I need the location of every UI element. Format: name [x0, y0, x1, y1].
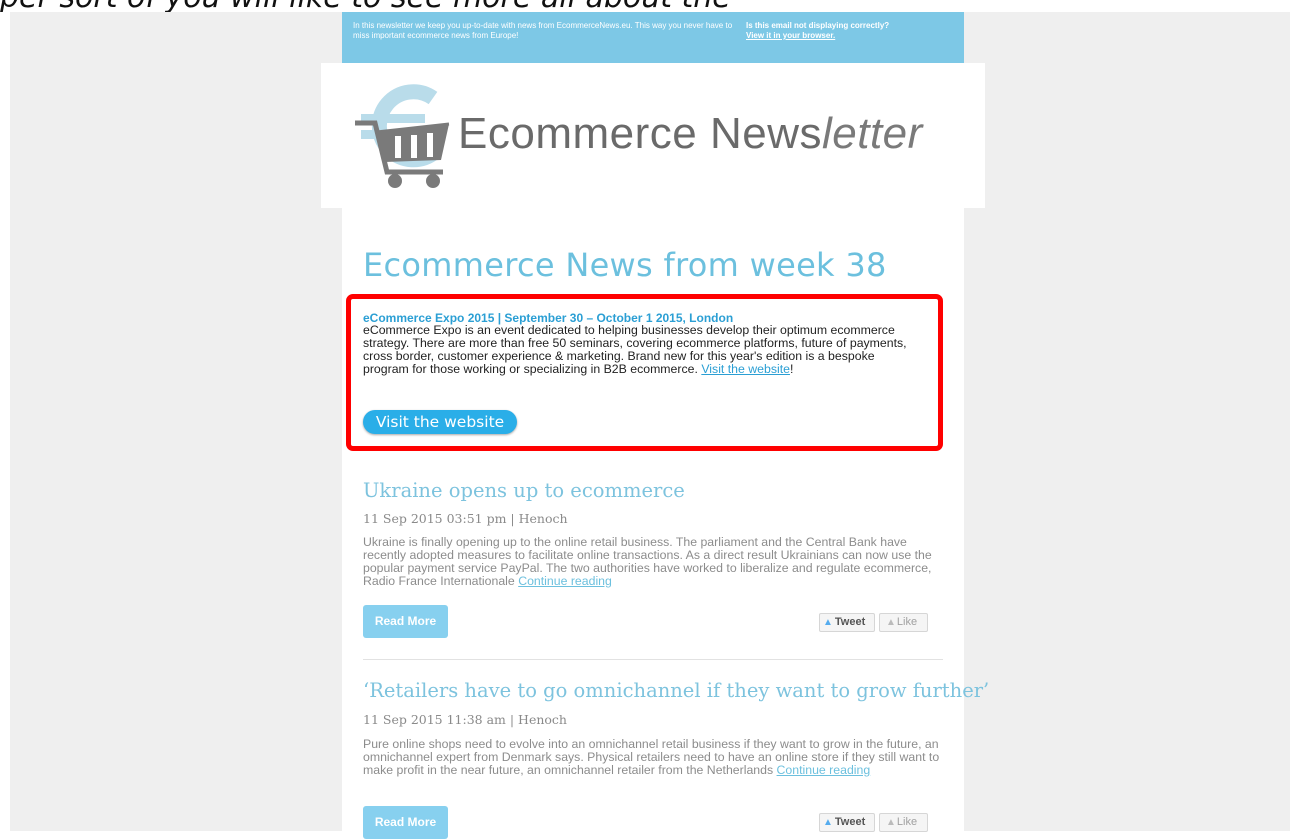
article-title[interactable]: Ukraine opens up to ecommerce — [363, 479, 943, 502]
tweet-button[interactable]: ▲ Tweet — [819, 813, 875, 832]
article-meta: 11 Sep 2015 03:51 pm | Henoch — [363, 511, 568, 526]
twitter-bird-icon: ▲ — [823, 617, 833, 628]
visit-website-button[interactable]: Visit the website — [363, 410, 517, 434]
read-more-button[interactable]: Read More — [363, 605, 448, 638]
like-label: Like — [896, 616, 918, 628]
logo-word-italic: letter — [821, 109, 923, 158]
display-question: Is this email not displaying correctly? — [746, 21, 890, 30]
preheader: In this newsletter we keep you up-to-dat… — [342, 12, 964, 63]
featured-event-text: eCommerce Expo is an event dedicated to … — [363, 323, 907, 376]
tweet-label: Tweet — [834, 816, 866, 828]
like-button[interactable]: ▲Like — [879, 613, 928, 632]
featured-visit-link[interactable]: Visit the website — [701, 362, 790, 376]
tweet-label: Tweet — [834, 616, 866, 628]
article-divider — [363, 659, 943, 660]
article-card: Ukraine opens up to ecommerce 11 Sep 201… — [363, 479, 943, 638]
read-more-button[interactable]: Read More — [363, 806, 448, 839]
article-title[interactable]: ‘Retailers have to go omnichannel if the… — [363, 679, 989, 702]
tweet-button[interactable]: ▲ Tweet — [819, 613, 875, 632]
thumbs-up-icon: ▲ — [886, 817, 896, 828]
like-label: Like — [896, 816, 918, 828]
article-excerpt-text: Ukraine is finally opening up to the onl… — [363, 535, 932, 588]
newsletter-logo[interactable]: Ecommerce Newsletter — [321, 63, 985, 208]
article-excerpt: Ukraine is finally opening up to the onl… — [363, 536, 943, 588]
logo-wordmark: Ecommerce Newsletter — [458, 109, 923, 159]
preheader-display-notice: Is this email not displaying correctly? … — [746, 21, 956, 41]
continue-reading-link[interactable]: Continue reading — [777, 763, 871, 777]
page-title: Ecommerce News from week 38 — [363, 246, 887, 284]
logo-word-main: Ecommerce News — [458, 109, 822, 158]
thumbs-up-icon: ▲ — [886, 617, 896, 628]
view-in-browser-link[interactable]: View it in your browser. — [746, 31, 956, 41]
article-card: ‘Retailers have to go omnichannel if the… — [363, 679, 989, 839]
preheader-intro: In this newsletter we keep you up-to-dat… — [353, 21, 733, 40]
euro-cart-icon — [355, 84, 450, 188]
newsletter-content: Ecommerce News from week 38 eCommerce Ex… — [342, 208, 989, 839]
caption-fragment-strip: per sort of you will like to see more al… — [0, 0, 1293, 12]
like-button[interactable]: ▲Like — [879, 813, 928, 832]
featured-event-body: eCommerce Expo is an event dedicated to … — [363, 324, 923, 376]
caption-fragment: per sort of you will like to see more al… — [0, 0, 731, 12]
continue-reading-link[interactable]: Continue reading — [518, 574, 612, 588]
article-meta: 11 Sep 2015 11:38 am | Henoch — [363, 712, 567, 727]
article-excerpt: Pure online shops need to evolve into an… — [363, 738, 943, 777]
twitter-bird-icon: ▲ — [823, 817, 833, 828]
featured-event-box: eCommerce Expo 2015 | September 30 – Oct… — [346, 294, 943, 451]
featured-suffix: ! — [789, 362, 794, 376]
